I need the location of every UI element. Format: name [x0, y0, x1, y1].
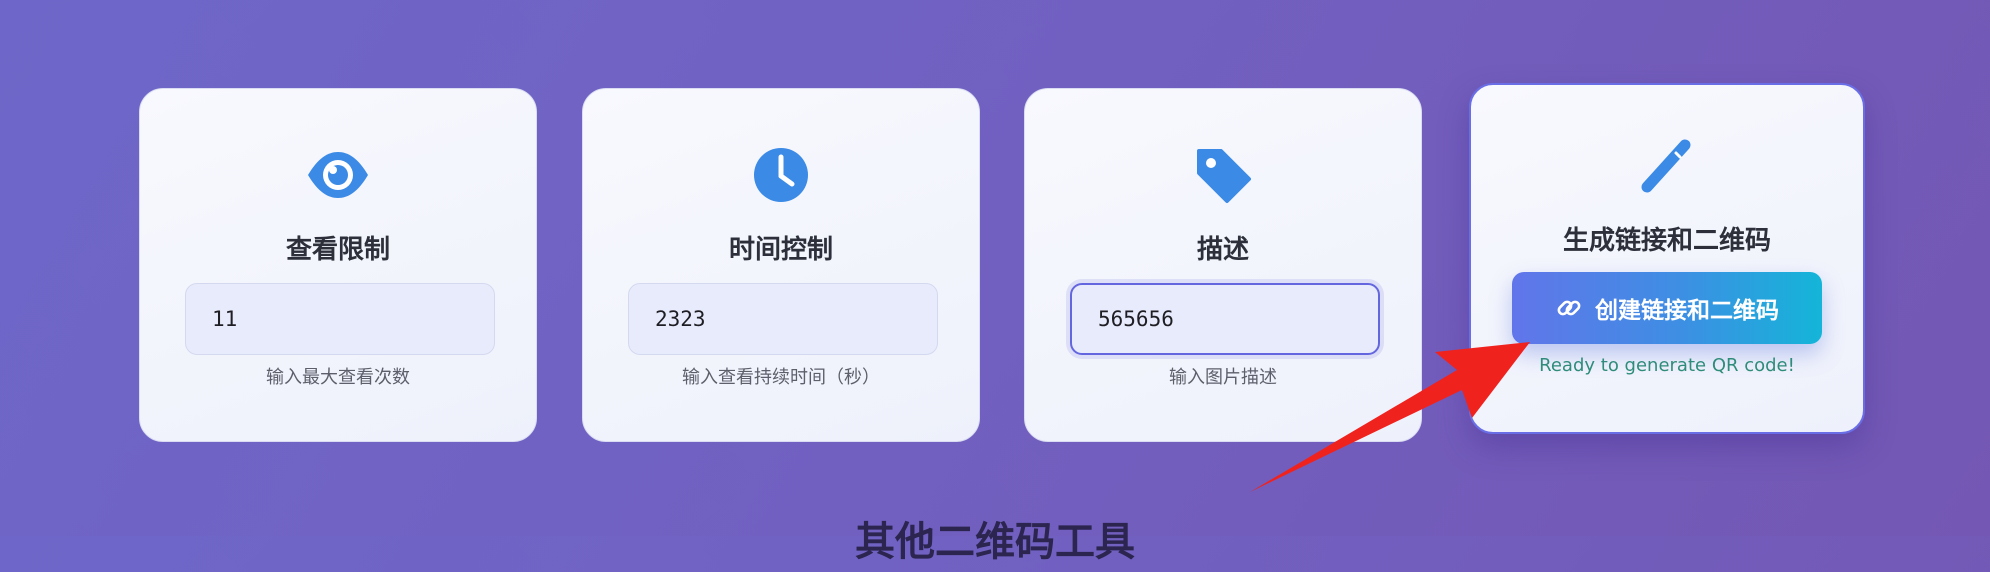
view-limit-card: 查看限制 输入最大查看次数	[139, 88, 537, 442]
other-tools-heading: 其他二维码工具	[855, 519, 1135, 565]
card-title: 描述	[1196, 235, 1249, 265]
duration-hint: 输入查看持续时间（秒）	[682, 367, 880, 388]
link-icon	[1557, 300, 1581, 316]
card-title: 时间控制	[728, 235, 833, 265]
time-control-card: 时间控制 输入查看持续时间（秒）	[582, 88, 980, 442]
pencil-icon	[1641, 139, 1691, 193]
duration-input[interactable]	[628, 283, 938, 355]
description-card: 描述 输入图片描述	[1024, 88, 1422, 442]
description-hint: 输入图片描述	[1169, 367, 1277, 388]
view-limit-hint: 输入最大查看次数	[266, 367, 410, 388]
card-title: 生成链接和二维码	[1562, 226, 1771, 256]
status-message: Ready to generate QR code!	[1539, 355, 1795, 376]
eye-icon	[308, 152, 368, 198]
tag-icon	[1197, 149, 1251, 203]
card-title: 查看限制	[285, 235, 390, 265]
view-limit-input[interactable]	[185, 283, 495, 355]
create-link-qr-button[interactable]: 创建链接和二维码	[1512, 272, 1822, 344]
create-link-qr-button-label: 创建链接和二维码	[1595, 298, 1779, 324]
description-input[interactable]	[1070, 283, 1380, 355]
clock-icon	[754, 148, 808, 202]
generate-card: 生成链接和二维码 创建链接和二维码 Ready to generate QR c…	[1469, 83, 1865, 434]
